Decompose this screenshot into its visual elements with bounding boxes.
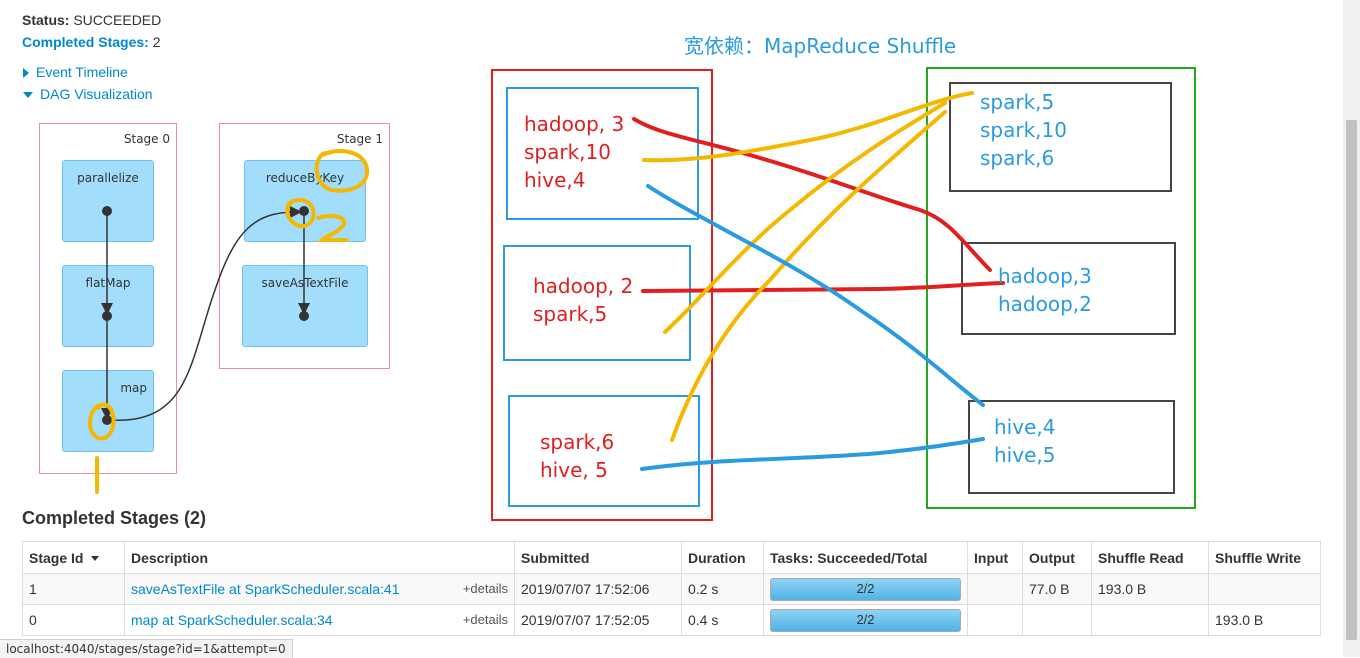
map-partition-3: spark,6 hive, 5	[540, 428, 614, 484]
reduce-partition-2: hadoop,3 hadoop,2	[998, 262, 1092, 318]
reduce-partition-3: hive,4 hive,5	[994, 413, 1055, 469]
tasks-cell: 2/2	[763, 573, 968, 605]
col-submitted[interactable]: Submitted	[514, 541, 682, 574]
hive-shuffle-lines	[640, 184, 985, 471]
duration: 0.2 s	[681, 573, 764, 605]
reduce-partition-text: spark,5 spark,10 spark,6	[980, 90, 1067, 170]
tasks-cell: 2/2	[763, 604, 968, 636]
col-label: Stage Id	[29, 549, 84, 566]
scrollbar-thumb[interactable]	[1346, 120, 1357, 640]
col-shuffle-read[interactable]: Shuffle Read	[1091, 541, 1209, 574]
input	[967, 604, 1023, 636]
col-tasks[interactable]: Tasks: Succeeded/Total	[763, 541, 968, 574]
completed-stages-heading[interactable]: Completed Stages (2)	[22, 508, 206, 529]
shuffle-write: 193.0 B	[1208, 604, 1321, 636]
col-input[interactable]: Input	[967, 541, 1023, 574]
col-duration[interactable]: Duration	[681, 541, 764, 574]
output: 77.0 B	[1022, 573, 1092, 605]
col-shuffle-write[interactable]: Shuffle Write	[1208, 541, 1321, 574]
input	[967, 573, 1023, 605]
reduce-partition-text: hadoop,3 hadoop,2	[998, 264, 1092, 316]
submitted: 2019/07/07 17:52:06	[514, 573, 682, 605]
details-toggle[interactable]: +details	[463, 612, 508, 627]
sort-desc-icon	[91, 556, 100, 562]
table-row: 1 +details saveAsTextFile at SparkSchedul…	[22, 573, 1321, 605]
map-partition-text: spark,6 hive, 5	[540, 430, 615, 482]
submitted: 2019/07/07 17:52:05	[514, 604, 682, 636]
tasks-progress-bar: 2/2	[770, 577, 961, 601]
tasks-progress-bar: 2/2	[770, 608, 961, 632]
col-description[interactable]: Description	[124, 541, 515, 574]
map-partition-2: hadoop, 2 spark,5	[533, 272, 633, 328]
output	[1022, 604, 1092, 636]
description-cell: +details saveAsTextFile at SparkScheduler…	[124, 573, 515, 605]
completed-stages-table: Stage Id Description Submitted Duration …	[22, 541, 1321, 636]
col-stage-id[interactable]: Stage Id	[22, 541, 125, 574]
details-toggle[interactable]: +details	[463, 581, 508, 596]
spark-shuffle-lines	[642, 91, 974, 442]
shuffle-write	[1208, 573, 1321, 605]
tasks-progress-text: 2/2	[856, 580, 875, 596]
reduce-partition-text: hive,4 hive,5	[994, 415, 1056, 467]
shuffle-read	[1091, 604, 1209, 636]
map-partition-text: hadoop, 3 spark,10 hive,4	[524, 112, 625, 192]
stage-id: 0	[22, 604, 125, 636]
reduce-partition-1: spark,5 spark,10 spark,6	[980, 88, 1067, 172]
map-partition-1: hadoop, 3 spark,10 hive,4	[524, 110, 624, 194]
browser-status-bar: localhost:4040/stages/stage?id=1&attempt…	[0, 639, 293, 658]
stage-description-link[interactable]: saveAsTextFile at SparkScheduler.scala:4…	[131, 581, 399, 597]
shuffle-read: 193.0 B	[1091, 573, 1209, 605]
stage-id: 1	[22, 573, 125, 605]
table-header-row: Stage Id Description Submitted Duration …	[22, 541, 1321, 574]
stage-description-link[interactable]: map at SparkScheduler.scala:34	[131, 612, 333, 628]
map-partition-text: hadoop, 2 spark,5	[533, 274, 634, 326]
col-output[interactable]: Output	[1022, 541, 1092, 574]
duration: 0.4 s	[681, 604, 764, 636]
table-row: 0 +details map at SparkScheduler.scala:34…	[22, 604, 1321, 636]
description-cell: +details map at SparkScheduler.scala:34	[124, 604, 515, 636]
tasks-progress-text: 2/2	[856, 611, 875, 627]
